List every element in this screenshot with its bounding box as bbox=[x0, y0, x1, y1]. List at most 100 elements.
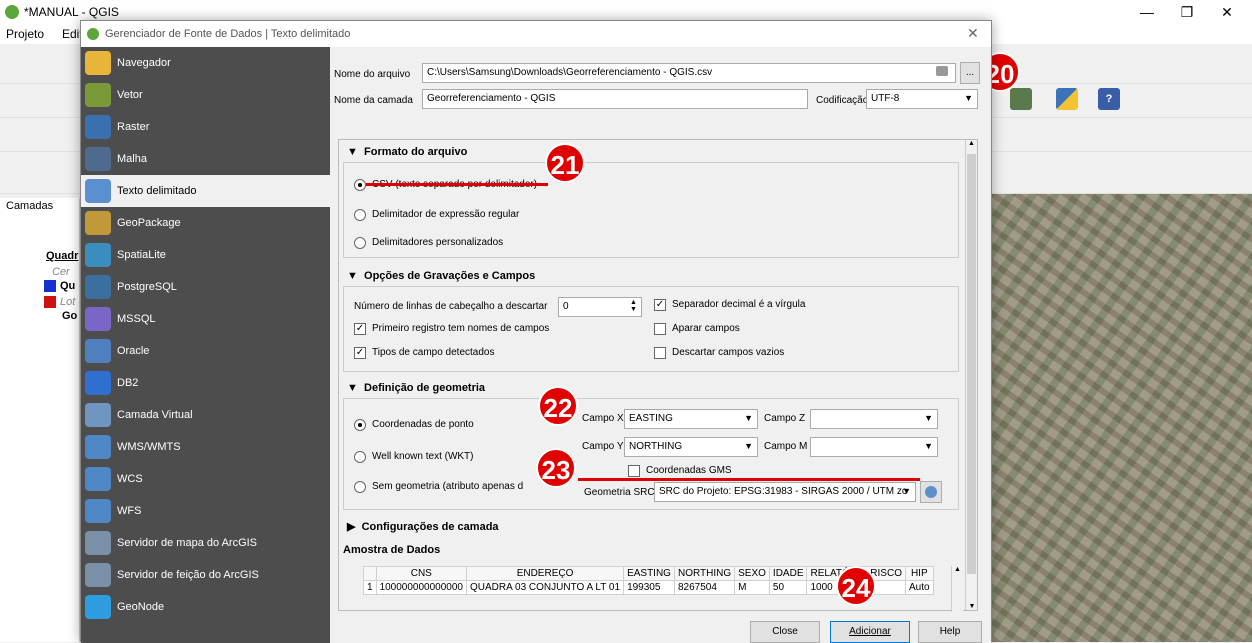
help-button[interactable]: Help bbox=[918, 621, 982, 643]
collapse-arrow-icon: ▼ bbox=[347, 270, 358, 282]
encoding-value: UTF-8 bbox=[871, 93, 900, 104]
options-scroll-area[interactable]: ▼ Formato do arquivo CSV (texto separado… bbox=[338, 139, 978, 612]
sidebar-item-geopackage[interactable]: GeoPackage bbox=[81, 207, 330, 239]
file-format-header[interactable]: ▼ Formato do arquivo bbox=[347, 146, 467, 158]
column-header[interactable] bbox=[363, 566, 377, 581]
trim-fields-label: Aparar campos bbox=[672, 323, 740, 334]
sidebar-item-servidor-de-fei-o-do-arcgis[interactable]: Servidor de feição do ArcGIS bbox=[81, 559, 330, 591]
dms-checkbox[interactable] bbox=[628, 465, 640, 477]
scroll-thumb[interactable] bbox=[967, 154, 976, 574]
expand-arrow-icon: ▶ bbox=[347, 521, 356, 533]
plugin-icon[interactable] bbox=[1010, 88, 1032, 110]
clear-field-icon[interactable] bbox=[936, 66, 948, 76]
sidebar-item-camada-virtual[interactable]: Camada Virtual bbox=[81, 399, 330, 431]
layer-item[interactable]: Lot bbox=[60, 296, 75, 308]
dialog-close-icon[interactable]: ✕ bbox=[967, 25, 979, 42]
field-x-select[interactable]: EASTING ▼ bbox=[624, 409, 758, 429]
sidebar-item-vetor[interactable]: Vetor bbox=[81, 79, 330, 111]
sidebar-item-wms-wmts[interactable]: WMS/WMTS bbox=[81, 431, 330, 463]
sidebar-item-texto-delimitado[interactable]: Texto delimitado bbox=[81, 175, 330, 207]
python-icon[interactable] bbox=[1056, 88, 1078, 110]
field-y-select[interactable]: NORTHING ▼ bbox=[624, 437, 758, 457]
map-canvas[interactable] bbox=[992, 194, 1252, 642]
sidebar-item-navegador[interactable]: Navegador bbox=[81, 47, 330, 79]
chevron-down-icon: ▼ bbox=[744, 441, 753, 451]
table-cell: M bbox=[734, 580, 770, 595]
sidebar-item-raster[interactable]: Raster bbox=[81, 111, 330, 143]
annotation-underline bbox=[366, 183, 548, 186]
minimize-button[interactable]: — bbox=[1127, 2, 1167, 22]
scroll-up-icon[interactable]: ▲ bbox=[952, 566, 963, 573]
sidebar-item-label: Camada Virtual bbox=[117, 409, 193, 421]
delimited-text-panel: Nome do arquivo C:\Users\Samsung\Downloa… bbox=[330, 47, 991, 643]
discard-empty-checkbox[interactable] bbox=[654, 347, 666, 359]
raster-icon bbox=[85, 115, 111, 139]
field-m-select[interactable]: ▼ bbox=[810, 437, 938, 457]
close-window-button[interactable]: ✕ bbox=[1207, 2, 1247, 22]
panel-scrollbar[interactable]: ▲ ▼ bbox=[965, 140, 977, 610]
trim-fields-checkbox[interactable] bbox=[654, 323, 666, 335]
file-name-label: Nome do arquivo bbox=[334, 69, 411, 80]
wkt-radio[interactable] bbox=[354, 451, 366, 463]
table-scrollbar[interactable]: ▲ bbox=[951, 566, 963, 612]
regex-label: Delimitador de expressão regular bbox=[372, 209, 520, 220]
regex-radio[interactable] bbox=[354, 209, 366, 221]
point-coordinates-radio[interactable] bbox=[354, 419, 366, 431]
file-name-input[interactable]: C:\Users\Samsung\Downloads\Georreferenci… bbox=[422, 63, 956, 83]
geometry-header[interactable]: ▼ Definição de geometria bbox=[347, 382, 485, 394]
column-header[interactable]: HIP bbox=[904, 566, 934, 581]
column-header[interactable]: ENDEREÇO bbox=[465, 566, 625, 581]
scroll-up-icon[interactable]: ▲ bbox=[966, 140, 977, 147]
record-options-header[interactable]: ▼ Opções de Gravações e Campos bbox=[347, 270, 535, 282]
sidebar-item-wcs[interactable]: WCS bbox=[81, 463, 330, 495]
sidebar-item-servidor-de-mapa-do-arcgis[interactable]: Servidor de mapa do ArcGIS bbox=[81, 527, 330, 559]
detect-types-checkbox[interactable]: ✓ bbox=[354, 347, 366, 359]
decimal-comma-checkbox[interactable]: ✓ bbox=[654, 299, 666, 311]
spin-arrows-icon[interactable]: ▲ ▼ bbox=[630, 299, 637, 313]
sidebar-item-spatialite[interactable]: SpatiaLite bbox=[81, 239, 330, 271]
table-cell: 199305 bbox=[623, 580, 675, 595]
sidebar-item-db2[interactable]: DB2 bbox=[81, 367, 330, 399]
file-format-group: CSV (texto separado por delimitador) Del… bbox=[343, 162, 959, 258]
dialog-title: Gerenciador de Fonte de Dados | Texto de… bbox=[105, 28, 351, 40]
layer-item[interactable]: Cer bbox=[52, 266, 70, 278]
layer-name-input[interactable]: Georreferenciamento - QGIS bbox=[422, 89, 808, 109]
layer-item[interactable]: Quadr bbox=[46, 250, 78, 262]
add-button[interactable]: Adicionar bbox=[830, 621, 910, 643]
column-header[interactable]: IDADE bbox=[768, 566, 808, 581]
no-geometry-radio[interactable] bbox=[354, 481, 366, 493]
sidebar-item-wfs[interactable]: WFS bbox=[81, 495, 330, 527]
crs-select[interactable]: SRC do Projeto: EPSG:31983 - SIRGAS 2000… bbox=[654, 482, 916, 502]
browse-file-button[interactable]: ... bbox=[960, 62, 980, 84]
sidebar-item-mssql[interactable]: MSSQL bbox=[81, 303, 330, 335]
layer-settings-header[interactable]: ▶ Configurações de camada bbox=[347, 520, 499, 533]
column-header[interactable]: EASTING bbox=[623, 566, 675, 581]
encoding-select[interactable]: UTF-8 ▼ bbox=[866, 89, 978, 109]
restore-button[interactable]: ❐ bbox=[1167, 2, 1207, 22]
scroll-down-icon[interactable]: ▼ bbox=[966, 603, 978, 610]
table-cell: 8267504 bbox=[673, 580, 736, 595]
first-record-checkbox[interactable]: ✓ bbox=[354, 323, 366, 335]
vector-icon bbox=[85, 83, 111, 107]
sidebar-item-label: GeoNode bbox=[117, 601, 165, 613]
dialog-title-bar: Gerenciador de Fonte de Dados | Texto de… bbox=[81, 21, 991, 47]
geonode-icon bbox=[85, 595, 111, 619]
column-header[interactable]: CNS bbox=[375, 566, 468, 581]
csv-radio[interactable] bbox=[354, 179, 366, 191]
sidebar-item-postgresql[interactable]: PostgreSQL bbox=[81, 271, 330, 303]
field-z-select[interactable]: ▼ bbox=[810, 409, 938, 429]
column-header[interactable]: SEXO bbox=[734, 566, 770, 581]
sidebar-item-geonode[interactable]: GeoNode bbox=[81, 591, 330, 623]
layer-item[interactable]: Go bbox=[62, 310, 77, 322]
sidebar-item-oracle[interactable]: Oracle bbox=[81, 335, 330, 367]
layer-item[interactable]: Qu bbox=[60, 280, 75, 292]
close-button[interactable]: Close bbox=[750, 621, 820, 643]
help-icon[interactable]: ? bbox=[1098, 88, 1120, 110]
custom-delimiters-radio[interactable] bbox=[354, 237, 366, 249]
sidebar-item-malha[interactable]: Malha bbox=[81, 143, 330, 175]
layer-color-blue bbox=[44, 280, 56, 292]
crs-selector-button[interactable] bbox=[920, 481, 942, 503]
menu-projeto[interactable]: Projeto bbox=[6, 27, 44, 41]
field-m-label: Campo M bbox=[764, 441, 808, 452]
column-header[interactable]: NORTHING bbox=[673, 566, 736, 581]
